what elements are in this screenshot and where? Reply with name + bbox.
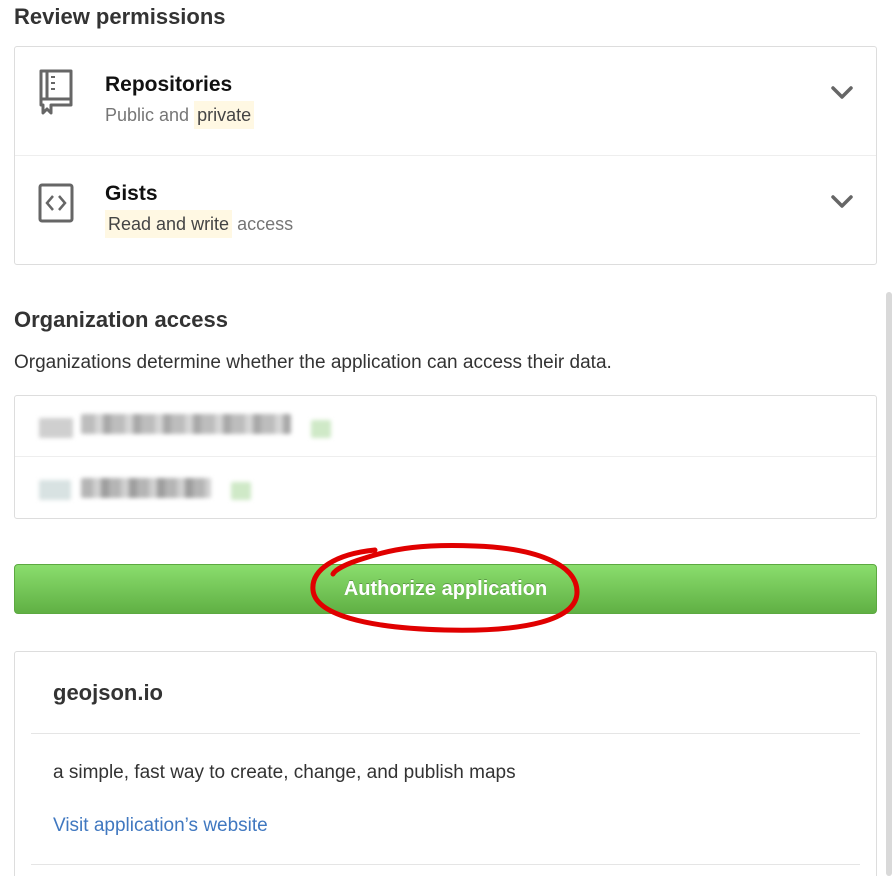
application-description: a simple, fast way to create, change, an… xyxy=(53,762,516,783)
chevron-down-icon[interactable] xyxy=(830,85,854,101)
repo-icon xyxy=(39,69,73,115)
authorize-application-button[interactable]: Authorize application xyxy=(14,564,877,614)
organization-row[interactable] xyxy=(15,458,876,519)
organization-status-redacted xyxy=(311,420,331,438)
organization-status-redacted xyxy=(231,482,251,500)
permission-description: Public and private xyxy=(105,101,255,129)
permission-description: Read and write access xyxy=(105,210,293,238)
permission-name: Gists xyxy=(105,182,158,205)
application-name: geojson.io xyxy=(53,680,163,705)
organization-access-title: Organization access xyxy=(14,307,228,332)
permission-name: Repositories xyxy=(105,73,233,96)
visit-website-link[interactable]: Visit application’s website xyxy=(53,815,268,837)
chevron-down-icon[interactable] xyxy=(830,194,854,210)
permission-repositories[interactable]: Repositories Public and private xyxy=(15,47,876,156)
organization-avatar-redacted xyxy=(39,418,73,438)
permission-gists[interactable]: Gists Read and write access xyxy=(15,156,876,265)
organization-avatar-redacted xyxy=(39,480,71,500)
organization-list xyxy=(14,395,877,519)
permissions-list: Repositories Public and private Gists Re… xyxy=(14,46,877,265)
divider xyxy=(31,864,860,865)
organization-name-redacted xyxy=(81,478,211,498)
organization-access-description: Organizations determine whether the appl… xyxy=(14,352,612,373)
organization-row[interactable] xyxy=(15,396,876,457)
application-info-card: geojson.io a simple, fast way to create,… xyxy=(14,651,877,876)
vertical-scrollbar[interactable] xyxy=(886,292,892,876)
organization-name-redacted xyxy=(81,414,291,434)
code-icon xyxy=(38,183,74,223)
divider xyxy=(31,733,860,734)
review-permissions-title: Review permissions xyxy=(14,4,226,29)
